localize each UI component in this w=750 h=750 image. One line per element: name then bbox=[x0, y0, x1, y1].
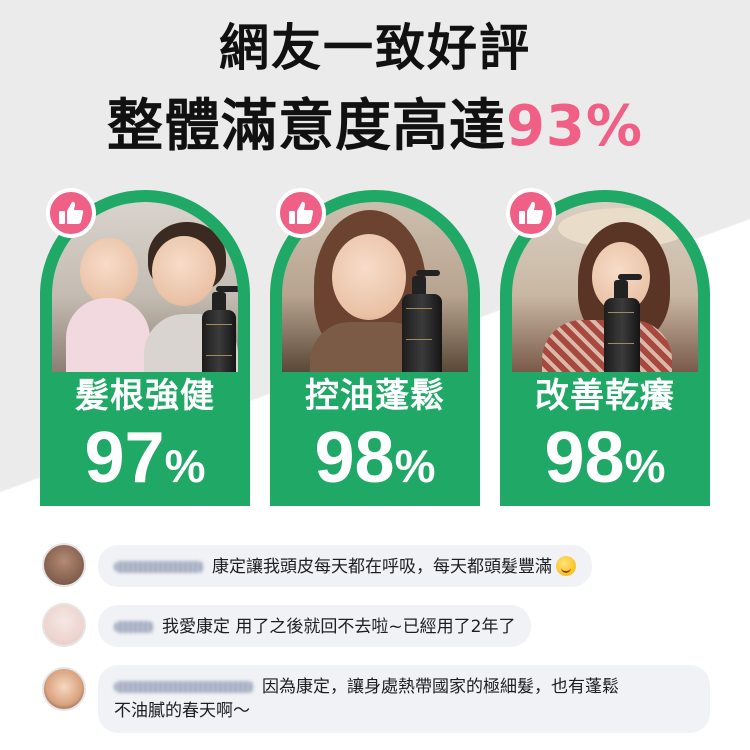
comment-1: 康定讓我頭皮每天都在呼吸，每天都頭髮豐滿 bbox=[42, 543, 722, 589]
stat-label: 髮根強健 bbox=[75, 376, 215, 416]
comment-3: 因為康定，讓身處熱帶國家的極細髮，也有蓬鬆 不油膩的春天啊～ bbox=[42, 663, 722, 735]
thumbs-up-icon bbox=[46, 188, 96, 238]
stat-label: 控油蓬鬆 bbox=[305, 376, 445, 416]
comment-text-line2: 不油膩的春天啊～ bbox=[114, 701, 250, 721]
smiling-face-icon bbox=[556, 556, 576, 576]
stat-value: 98% bbox=[500, 418, 710, 506]
stat-card-3: 改善乾癢 98% bbox=[500, 188, 710, 506]
avatar bbox=[42, 543, 86, 587]
headline: 網友一致好評 整體滿意度高達93% bbox=[0, 18, 750, 162]
stat-number: 97 bbox=[84, 418, 165, 498]
stat-unit: % bbox=[164, 440, 206, 492]
headline-subtitle-text: 整體滿意度高達 bbox=[106, 94, 506, 159]
thumbs-up-icon bbox=[276, 188, 326, 238]
comment-bubble: 康定讓我頭皮每天都在呼吸，每天都頭髮豐滿 bbox=[98, 545, 592, 587]
comment-text: 康定讓我頭皮每天都在呼吸，每天都頭髮豐滿 bbox=[212, 557, 552, 577]
stat-unit: % bbox=[624, 440, 666, 492]
blurred-username bbox=[114, 681, 254, 693]
headline-title: 網友一致好評 bbox=[219, 19, 531, 77]
headline-percent: 93% bbox=[505, 94, 644, 159]
stat-value: 98% bbox=[270, 418, 480, 506]
comment-bubble: 因為康定，讓身處熱帶國家的極細髮，也有蓬鬆 不油膩的春天啊～ bbox=[98, 665, 710, 733]
comment-2: 我愛康定 用了之後就回不去啦~已經用了2年了 bbox=[42, 603, 722, 649]
stat-card-2: 控油蓬鬆 98% bbox=[270, 188, 480, 506]
stat-value: 97% bbox=[40, 418, 250, 506]
stat-number: 98 bbox=[544, 418, 625, 498]
stat-card-1: 髮根強健 97% bbox=[40, 188, 250, 506]
avatar bbox=[42, 667, 86, 711]
comment-bubble: 我愛康定 用了之後就回不去啦~已經用了2年了 bbox=[98, 605, 532, 647]
thumbs-up-icon bbox=[506, 188, 556, 238]
blurred-username bbox=[114, 621, 154, 633]
stat-label: 改善乾癢 bbox=[535, 376, 675, 416]
stat-number: 98 bbox=[314, 418, 395, 498]
headline-subtitle: 整體滿意度高達93% bbox=[0, 92, 750, 162]
comment-text: 我愛康定 用了之後就回不去啦~已經用了2年了 bbox=[162, 617, 516, 637]
comment-text-line1: 因為康定，讓身處熱帶國家的極細髮，也有蓬鬆 bbox=[262, 677, 619, 697]
blurred-username bbox=[114, 561, 204, 573]
avatar bbox=[42, 603, 86, 647]
stat-unit: % bbox=[394, 440, 436, 492]
